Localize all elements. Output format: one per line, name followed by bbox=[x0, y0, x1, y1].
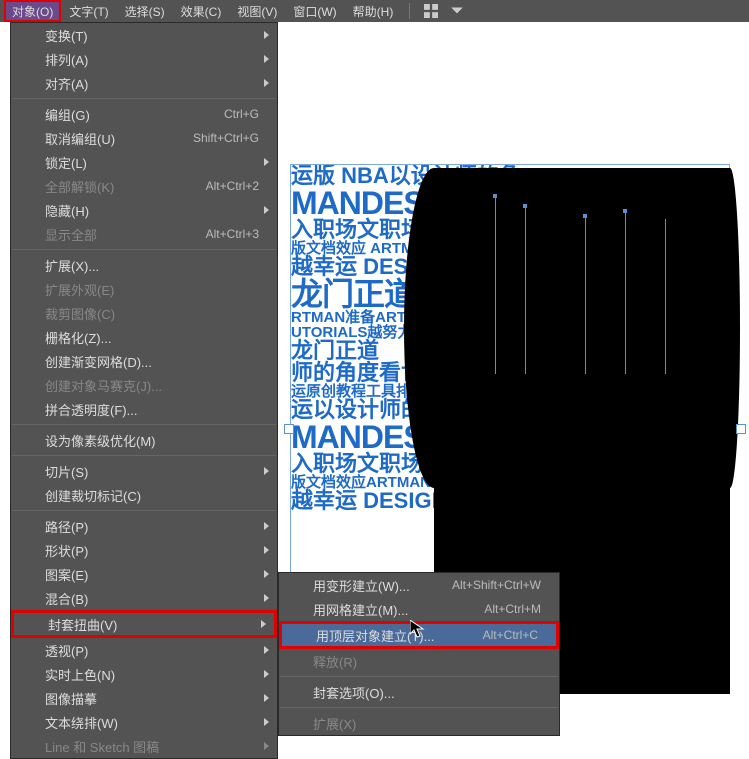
chevron-right-icon bbox=[264, 546, 269, 554]
mi-arrange[interactable]: 排列(A) bbox=[11, 47, 277, 71]
mi-group[interactable]: 编组(G)Ctrl+G bbox=[11, 102, 277, 126]
mi-path[interactable]: 路径(P) bbox=[11, 514, 277, 538]
chevron-right-icon bbox=[264, 206, 269, 214]
smi-options[interactable]: 封套选项(O)... bbox=[279, 680, 559, 704]
chevron-right-icon bbox=[264, 646, 269, 654]
chevron-right-icon bbox=[264, 467, 269, 475]
mi-align[interactable]: 对齐(A) bbox=[11, 71, 277, 95]
mi-crop: 裁剪图像(C) bbox=[11, 301, 277, 325]
menu-view[interactable]: 视图(V) bbox=[229, 0, 285, 22]
menu-type[interactable]: 文字(T) bbox=[61, 0, 116, 22]
chevron-right-icon bbox=[264, 522, 269, 530]
chevron-right-icon bbox=[264, 670, 269, 678]
mi-imgtrace[interactable]: 图像描摹 bbox=[11, 686, 277, 710]
chevron-right-icon bbox=[261, 620, 266, 628]
anchor-guides bbox=[465, 194, 715, 394]
menu-separator bbox=[12, 98, 276, 99]
menu-separator bbox=[280, 707, 558, 708]
mi-showall: 显示全部Alt+Ctrl+3 bbox=[11, 222, 277, 246]
object-menu: 变换(T) 排列(A) 对齐(A) 编组(G)Ctrl+G 取消编组(U)Shi… bbox=[10, 22, 278, 759]
menu-help[interactable]: 帮助(H) bbox=[345, 0, 402, 22]
smi-warp[interactable]: 用变形建立(W)...Alt+Shift+Ctrl+W bbox=[279, 573, 559, 597]
mi-mosaic: 创建对象马赛克(J)... bbox=[11, 373, 277, 397]
menu-separator bbox=[12, 455, 276, 456]
mi-trimmarks[interactable]: 创建裁切标记(C) bbox=[11, 483, 277, 507]
cursor-icon bbox=[410, 620, 426, 645]
chevron-right-icon bbox=[264, 594, 269, 602]
mi-expand[interactable]: 扩展(X)... bbox=[11, 253, 277, 277]
menu-select[interactable]: 选择(S) bbox=[117, 0, 173, 22]
envelope-submenu: 用变形建立(W)...Alt+Shift+Ctrl+W 用网格建立(M)...A… bbox=[278, 572, 560, 736]
mi-blend[interactable]: 混合(B) bbox=[11, 586, 277, 610]
menu-effect[interactable]: 效果(C) bbox=[173, 0, 230, 22]
chevron-right-icon bbox=[264, 55, 269, 63]
mi-flatten[interactable]: 拼合透明度(F)... bbox=[11, 397, 277, 421]
smi-release: 释放(R) bbox=[279, 649, 559, 673]
menu-separator bbox=[12, 249, 276, 250]
chevron-right-icon bbox=[264, 570, 269, 578]
mi-lock[interactable]: 锁定(L) bbox=[11, 150, 277, 174]
mi-meshgrad[interactable]: 创建渐变网格(D)... bbox=[11, 349, 277, 373]
mi-envelope[interactable]: 封套扭曲(V) bbox=[11, 610, 277, 638]
grid-icon[interactable] bbox=[422, 2, 440, 20]
chevron-right-icon bbox=[264, 31, 269, 39]
menubar: 对象(O) 文字(T) 选择(S) 效果(C) 视图(V) 窗口(W) 帮助(H… bbox=[0, 0, 749, 22]
mi-ungroup[interactable]: 取消编组(U)Shift+Ctrl+G bbox=[11, 126, 277, 150]
smi-mesh[interactable]: 用网格建立(M)...Alt+Ctrl+M bbox=[279, 597, 559, 621]
mi-hide[interactable]: 隐藏(H) bbox=[11, 198, 277, 222]
mi-livepaint[interactable]: 实时上色(N) bbox=[11, 662, 277, 686]
mi-expandapp: 扩展外观(E) bbox=[11, 277, 277, 301]
chevron-down-icon[interactable] bbox=[448, 2, 466, 20]
menu-separator bbox=[12, 510, 276, 511]
menu-separator bbox=[12, 424, 276, 425]
toolbar-separator bbox=[409, 3, 410, 19]
chevron-right-icon bbox=[264, 79, 269, 87]
mi-linesketch: Line 和 Sketch 图稿 bbox=[11, 734, 277, 758]
chevron-right-icon bbox=[264, 694, 269, 702]
menu-separator bbox=[280, 676, 558, 677]
mi-pattern[interactable]: 图案(E) bbox=[11, 562, 277, 586]
mi-slice[interactable]: 切片(S) bbox=[11, 459, 277, 483]
mi-perspective[interactable]: 透视(P) bbox=[11, 638, 277, 662]
smi-expand: 扩展(X) bbox=[279, 711, 559, 735]
menu-object[interactable]: 对象(O) bbox=[4, 0, 61, 22]
chevron-right-icon bbox=[264, 158, 269, 166]
selection-handle[interactable] bbox=[736, 424, 746, 434]
mi-unlockall: 全部解锁(K)Alt+Ctrl+2 bbox=[11, 174, 277, 198]
menu-window[interactable]: 窗口(W) bbox=[285, 0, 344, 22]
mi-shape[interactable]: 形状(P) bbox=[11, 538, 277, 562]
selection-handle[interactable] bbox=[284, 424, 294, 434]
mi-pixperf[interactable]: 设为像素级优化(M) bbox=[11, 428, 277, 452]
chevron-right-icon bbox=[264, 718, 269, 726]
mi-transform[interactable]: 变换(T) bbox=[11, 23, 277, 47]
chevron-right-icon bbox=[264, 742, 269, 750]
mi-raster[interactable]: 栅格化(Z)... bbox=[11, 325, 277, 349]
